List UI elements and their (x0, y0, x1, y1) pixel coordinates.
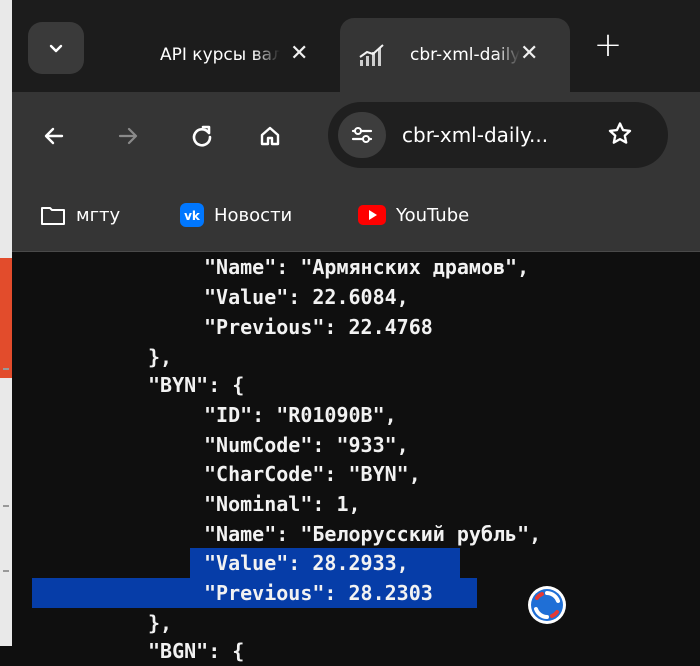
bookmark-news[interactable]: vk Новости (180, 200, 292, 230)
bookmark-mgtu[interactable]: мгту (40, 200, 120, 230)
json-viewer: "Name": "Армянских драмов", "Value": 22.… (12, 252, 700, 663)
bookmark-youtube[interactable]: YouTube (358, 200, 469, 230)
close-icon[interactable]: ✕ (290, 43, 308, 65)
toolbar: cbr-xml-daily... (12, 92, 700, 178)
youtube-icon (358, 205, 386, 225)
json-line: "Name": "Армянских драмов", (204, 255, 530, 279)
address-bar[interactable]: cbr-xml-daily... (328, 102, 668, 168)
bookmark-label: Новости (214, 204, 293, 226)
tab-title: API курсы валют ЦБ (160, 45, 280, 65)
json-line: "BGN": { (148, 639, 245, 663)
arrow-left-icon (44, 127, 64, 145)
json-code[interactable]: "Name": "Армянских драмов", "Value": 22.… (12, 252, 541, 663)
json-line: }, (148, 611, 173, 635)
chart-favicon-icon (358, 42, 386, 73)
bookmark-label: мгту (76, 204, 121, 226)
json-line: }, (148, 345, 173, 369)
edge-tick (3, 570, 9, 572)
reload-button[interactable] (182, 116, 222, 156)
new-tab-button[interactable]: + (590, 28, 626, 64)
bookmark-label: YouTube (396, 204, 470, 226)
edge-tick (3, 505, 9, 507)
close-icon[interactable]: ✕ (520, 43, 538, 65)
home-button[interactable] (250, 116, 290, 156)
translate-extension-icon[interactable] (527, 585, 567, 625)
arrow-right-icon (118, 127, 138, 145)
site-info-button[interactable] (338, 112, 386, 158)
json-line: "NumCode": "933", (204, 433, 409, 457)
background-window-edge (0, 0, 12, 646)
bookmarks-bar: мгту vk Новости YouTube (12, 178, 700, 252)
tab-title: cbr-xml-daily.ru (410, 45, 520, 65)
svg-text:vk: vk (184, 209, 201, 223)
tab-search-button[interactable] (28, 22, 84, 74)
tab-strip: API курсы валют ЦБ ✕ cbr-xml-daily.ru ✕ … (12, 0, 700, 92)
edge-tick (3, 368, 9, 370)
browser-window: API курсы валют ЦБ ✕ cbr-xml-daily.ru ✕ … (12, 0, 700, 252)
vk-icon: vk (180, 203, 204, 227)
url-text: cbr-xml-daily... (402, 123, 549, 147)
forward-button[interactable] (108, 116, 148, 156)
json-line-selected: "Value": 28.2933, (204, 551, 409, 575)
back-button[interactable] (34, 116, 74, 156)
background-window-accent (0, 258, 12, 378)
json-line: "ID": "R01090B", (204, 403, 397, 427)
bookmark-star-icon[interactable] (606, 120, 634, 152)
json-line: "Previous": 22.4768 (204, 315, 433, 339)
reload-icon (192, 125, 212, 147)
json-line: "BYN": { (148, 373, 245, 397)
tab-cbr-xml-daily[interactable]: cbr-xml-daily.ru ✕ (340, 18, 570, 92)
json-line-selected: "Previous": 28.2303 (204, 581, 433, 605)
json-line: "Nominal": 1, (204, 492, 361, 516)
tune-icon (351, 127, 373, 143)
home-icon (260, 126, 280, 146)
json-line: "Value": 22.6084, (204, 285, 409, 309)
json-line: "CharCode": "BYN", (204, 462, 421, 486)
json-line: "Name": "Белорусский рубль", (204, 522, 542, 546)
folder-icon (40, 204, 66, 226)
tab-api[interactable]: API курсы валют ЦБ ✕ (112, 18, 340, 92)
chevron-down-icon (49, 44, 63, 53)
